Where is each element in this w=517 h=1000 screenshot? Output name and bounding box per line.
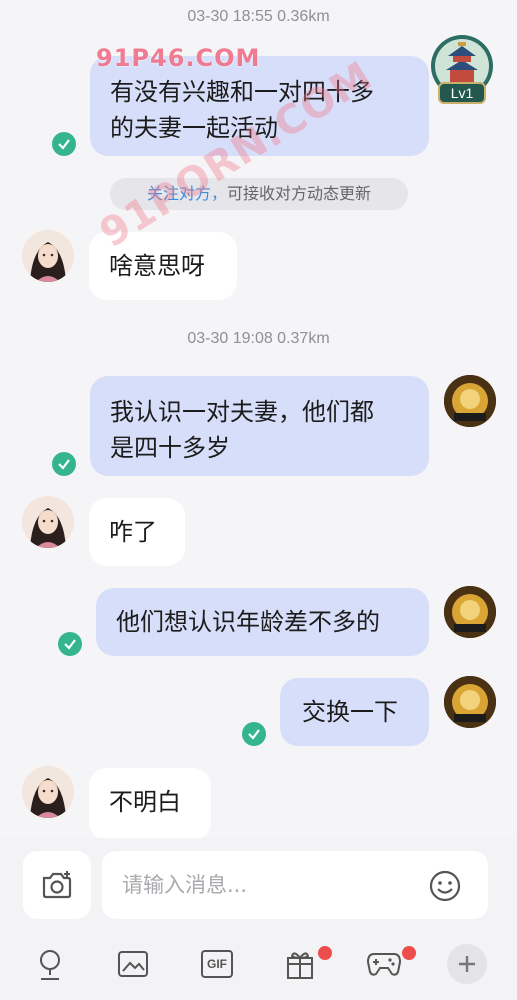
camera-button[interactable] [23,851,91,919]
message-text: 是四十多岁 [110,434,230,462]
more-button[interactable] [447,944,487,984]
gift-icon [287,952,313,979]
level-avatar[interactable]: Lv1 [428,34,496,104]
my-avatar[interactable] [444,375,496,427]
read-check-icon [242,722,266,746]
notice-text: 可接收对方动态更新 [227,184,372,203]
follow-link[interactable]: 关注对方， [147,184,227,203]
contact-avatar[interactable] [22,230,74,282]
gamepad-icon [366,953,402,976]
level-badge: Lv1 [438,82,486,104]
follow-notice[interactable]: 关注对方，可接收对方动态更新 [110,178,408,210]
read-check-icon [58,632,82,656]
timestamp-2: 03-30 19:08 0.37km [187,330,330,347]
message-bubble-incoming[interactable]: 咋了 [89,498,185,566]
image-icon [118,951,148,977]
microphone-icon [40,950,60,980]
message-bubble-outgoing[interactable]: 交换一下 [280,678,429,746]
game-badge-dot [402,946,416,960]
contact-avatar[interactable] [22,766,74,818]
gif-icon: GIF [201,950,233,978]
message-text: 他们想认识年龄差不多的 [116,608,380,636]
plus-icon [459,956,475,972]
voice-button[interactable] [30,944,70,984]
emoji-icon[interactable] [428,869,462,903]
message-text: 咋了 [109,518,157,546]
read-check-icon [52,132,76,156]
contact-avatar[interactable] [22,496,74,548]
message-bubble-outgoing[interactable]: 我认识一对夫妻，他们都 是四十多岁 [90,376,429,476]
message-text: 的夫妻一起活动 [110,114,278,142]
message-text: 我认识一对夫妻，他们都 [110,398,374,426]
message-bubble-incoming[interactable]: 啥意思呀 [89,232,237,300]
camera-icon [42,871,72,899]
message-bubble-outgoing[interactable]: 他们想认识年龄差不多的 [96,588,429,656]
message-text: 啥意思呀 [109,252,205,280]
message-text: 不明白 [109,788,181,816]
message-bubble-outgoing[interactable]: 有没有兴趣和一对四十多 的夫妻一起活动 [90,56,429,156]
my-avatar[interactable] [444,676,496,728]
message-bubble-incoming[interactable]: 不明白 [89,768,211,840]
my-avatar[interactable] [444,586,496,638]
timestamp-1: 03-30 18:55 0.36km [187,8,330,25]
game-button[interactable] [364,944,404,984]
message-input-box[interactable] [102,851,488,919]
gif-button[interactable]: GIF [197,944,237,984]
read-check-icon [52,452,76,476]
message-text: 交换一下 [302,698,398,726]
image-button[interactable] [113,944,153,984]
gift-badge-dot [318,946,332,960]
message-text: 有没有兴趣和一对四十多 [110,78,374,106]
gift-button[interactable] [280,944,320,984]
message-input[interactable] [122,869,422,901]
